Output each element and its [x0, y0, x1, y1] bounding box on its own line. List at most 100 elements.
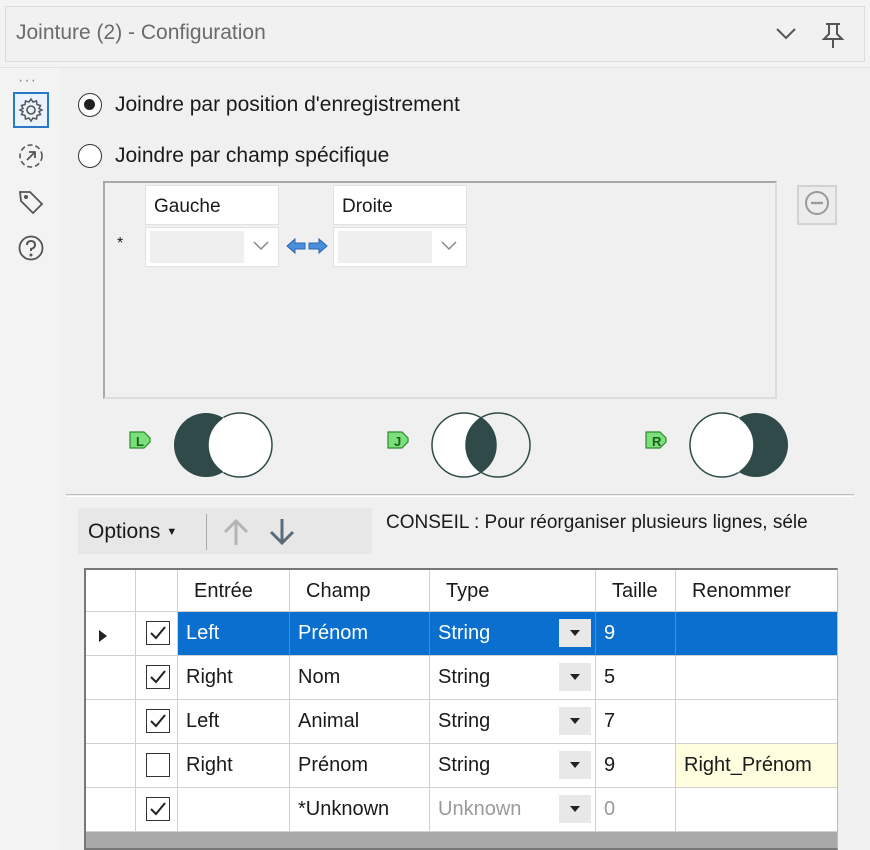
- minus-circle-icon: [804, 190, 830, 221]
- fields-table: Entrée Champ Type Taille Renommer Left P…: [84, 568, 838, 850]
- radio-label-position: Joindre par position d'enregistrement: [115, 93, 460, 116]
- cell-type[interactable]: Unknown: [430, 788, 596, 832]
- include-checkbox[interactable]: [146, 665, 170, 689]
- left-field-dropdown[interactable]: [145, 227, 279, 267]
- cell-rename[interactable]: Right_Prénom: [676, 744, 837, 788]
- cell-field[interactable]: Animal: [290, 700, 430, 744]
- arrow-up-icon[interactable]: [220, 516, 252, 553]
- venn-right-output[interactable]: R: [644, 408, 790, 487]
- type-value: String: [438, 622, 491, 644]
- cell-rename[interactable]: [676, 700, 837, 744]
- gear-icon[interactable]: [13, 92, 49, 128]
- venn-left-label: L: [136, 434, 144, 449]
- type-dropdown-button[interactable]: [559, 707, 591, 735]
- cell-rename[interactable]: [676, 612, 837, 656]
- title-bar: Jointure (2) - Configuration: [0, 0, 870, 68]
- cell-size[interactable]: 7: [596, 700, 676, 744]
- arrow-down-icon[interactable]: [266, 516, 298, 553]
- row-selector[interactable]: [86, 700, 136, 744]
- chevron-down-icon: [440, 238, 458, 257]
- type-value: String: [438, 754, 491, 776]
- cell-type[interactable]: String: [430, 656, 596, 700]
- cell-field[interactable]: *Unknown: [290, 788, 430, 832]
- cell-field[interactable]: Prénom: [290, 612, 430, 656]
- cell-type[interactable]: String: [430, 612, 596, 656]
- left-column-header: Gauche: [145, 185, 279, 225]
- row-selector[interactable]: [86, 788, 136, 832]
- row-selector[interactable]: [86, 656, 136, 700]
- cell-type[interactable]: String: [430, 744, 596, 788]
- venn-left-output[interactable]: L: [128, 408, 274, 487]
- row-selector[interactable]: [86, 744, 136, 788]
- include-checkbox[interactable]: [146, 621, 170, 645]
- new-row-marker: *: [117, 235, 124, 252]
- sidebar: ···: [0, 68, 60, 850]
- header-field[interactable]: Champ: [290, 570, 430, 612]
- tag-icon[interactable]: [13, 184, 49, 220]
- include-checkbox[interactable]: [146, 709, 170, 733]
- cell-field[interactable]: Prénom: [290, 744, 430, 788]
- venn-join-label: J: [394, 434, 401, 449]
- type-value: Unknown: [438, 798, 522, 820]
- radio-button[interactable]: [78, 144, 102, 168]
- options-label: Options: [88, 520, 161, 543]
- cell-size[interactable]: 9: [596, 612, 676, 656]
- pin-icon[interactable]: [820, 21, 846, 54]
- cell-input[interactable]: Right: [178, 744, 290, 788]
- more-dots[interactable]: ···: [18, 72, 37, 90]
- include-checkbox[interactable]: [146, 753, 170, 777]
- right-column-header: Droite: [333, 185, 467, 225]
- remove-row-button[interactable]: [797, 185, 837, 225]
- join-fields-grid: Gauche Droite *: [103, 181, 777, 399]
- connection-icon[interactable]: [13, 138, 49, 174]
- radio-join-by-field[interactable]: Joindre par champ spécifique: [78, 144, 389, 168]
- fields-toolbar: Options ▼: [78, 508, 372, 554]
- header-input[interactable]: Entrée: [178, 570, 290, 612]
- cell-input[interactable]: Right: [178, 656, 290, 700]
- type-dropdown-button[interactable]: [559, 663, 591, 691]
- cell-rename[interactable]: [676, 788, 837, 832]
- caret-down-icon: ▼: [166, 526, 178, 538]
- cell-field[interactable]: Nom: [290, 656, 430, 700]
- right-field-dropdown[interactable]: [333, 227, 467, 267]
- type-dropdown-button[interactable]: [559, 751, 591, 779]
- cell-rename[interactable]: [676, 656, 837, 700]
- radio-button-selected[interactable]: [78, 93, 102, 117]
- window-title: Jointure (2) - Configuration: [16, 21, 266, 44]
- help-icon[interactable]: [13, 230, 49, 266]
- radio-label-field: Joindre par champ spécifique: [115, 144, 390, 167]
- venn-right-label: R: [652, 434, 662, 449]
- section-divider: [66, 494, 854, 497]
- table-row[interactable]: Right Nom String 5: [86, 656, 837, 700]
- header-size[interactable]: Taille: [596, 570, 676, 612]
- table-row[interactable]: Right Prénom String 9 Right_Prénom: [86, 744, 837, 788]
- chevron-down-icon[interactable]: [774, 21, 798, 50]
- row-pointer-icon: [98, 626, 108, 649]
- cell-type[interactable]: String: [430, 700, 596, 744]
- cell-input[interactable]: [178, 788, 290, 832]
- table-row[interactable]: Left Prénom String 9: [86, 612, 837, 656]
- cell-size[interactable]: 9: [596, 744, 676, 788]
- toolbar-divider: [206, 514, 207, 550]
- cell-input[interactable]: Left: [178, 612, 290, 656]
- table-header-row: Entrée Champ Type Taille Renommer: [86, 570, 837, 614]
- swap-arrows-icon: [285, 235, 329, 262]
- cell-input[interactable]: Left: [178, 700, 290, 744]
- table-row[interactable]: Left Animal String 7: [86, 700, 837, 744]
- cell-size[interactable]: 0: [596, 788, 676, 832]
- options-dropdown-button[interactable]: Options ▼: [88, 520, 177, 544]
- header-type[interactable]: Type: [430, 570, 596, 612]
- radio-join-by-position[interactable]: Joindre par position d'enregistrement: [78, 93, 460, 117]
- venn-join-output[interactable]: J: [386, 408, 532, 487]
- type-dropdown-button[interactable]: [559, 795, 591, 823]
- cell-size[interactable]: 5: [596, 656, 676, 700]
- table-row[interactable]: *Unknown Unknown 0: [86, 788, 837, 832]
- chevron-down-icon: [252, 238, 270, 257]
- type-value: String: [438, 710, 491, 732]
- type-dropdown-button[interactable]: [559, 619, 591, 647]
- hint-text: CONSEIL : Pour réorganiser plusieurs lig…: [386, 512, 808, 533]
- title-box: Jointure (2) - Configuration: [5, 6, 865, 62]
- row-selector[interactable]: [86, 612, 136, 656]
- header-rename[interactable]: Renommer: [676, 570, 837, 612]
- include-checkbox[interactable]: [146, 797, 170, 821]
